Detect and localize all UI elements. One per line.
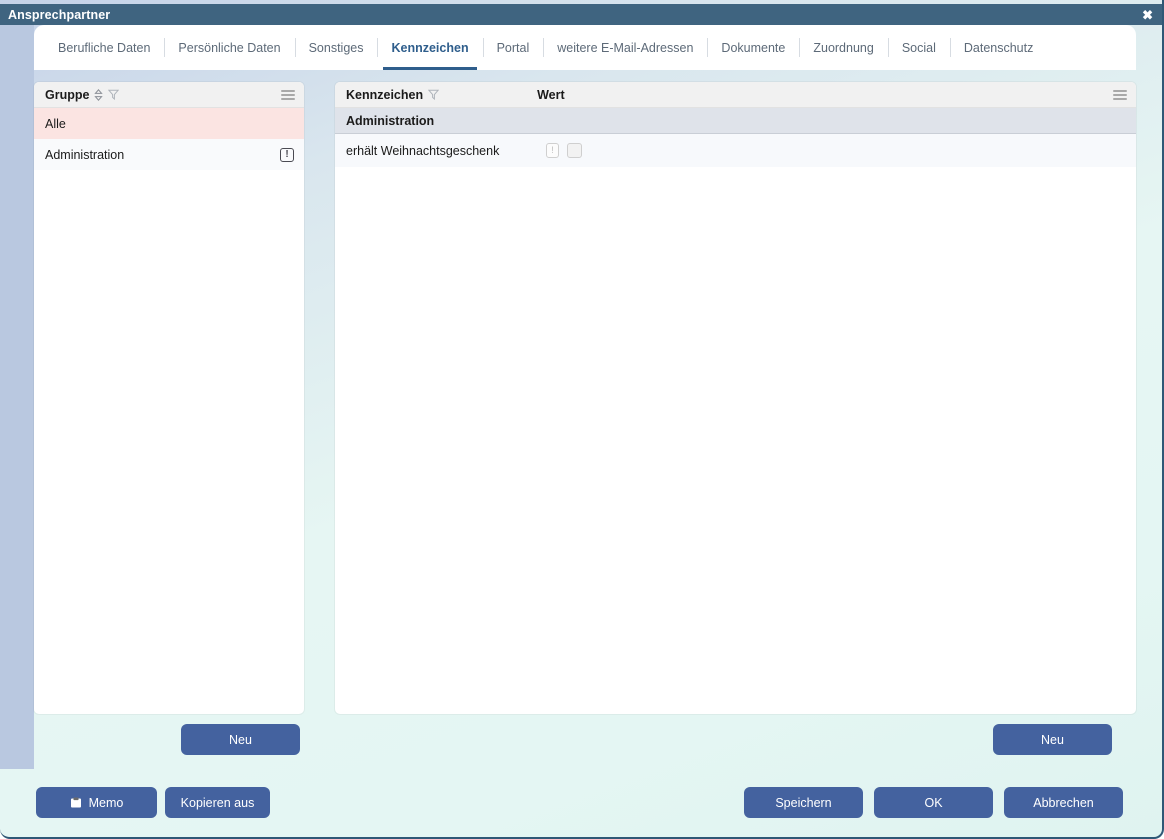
tab-berufliche-daten[interactable]: Berufliche Daten [44, 25, 164, 70]
kennzeichen-row-label: erhält Weihnachtsgeschenk [346, 143, 500, 158]
dialog-title-bar: Ansprechpartner ✖ [0, 4, 1162, 25]
list-item-administration[interactable]: Administration ! [34, 139, 304, 170]
hamburger-line [1113, 89, 1127, 92]
dialog-title: Ansprechpartner [8, 7, 111, 22]
memo-button-label: Memo [88, 795, 124, 810]
filter-funnel-icon[interactable] [108, 89, 120, 101]
ansprechpartner-dialog: Ansprechpartner ✖ Berufliche Daten Persö… [0, 0, 1164, 839]
kopieren-aus-button[interactable]: Kopieren aus [165, 787, 270, 818]
gruppe-panel-header: Gruppe [34, 82, 304, 108]
hamburger-line [281, 93, 295, 96]
tab-sonstiges[interactable]: Sonstiges [294, 25, 378, 70]
kennzeichen-column-header[interactable]: Kennzeichen [335, 87, 440, 102]
sort-ascending-descending-icon[interactable] [94, 88, 104, 101]
alert-exclamation-icon[interactable]: ! [280, 147, 294, 162]
info-exclamation-icon[interactable]: ! [546, 143, 559, 158]
neu-button-left[interactable]: Neu [181, 724, 300, 755]
gruppe-panel-menu-icon[interactable] [281, 89, 295, 100]
memo-button[interactable]: Memo [36, 787, 157, 818]
gruppe-column-label: Gruppe [45, 87, 90, 102]
hamburger-line [1113, 93, 1127, 96]
list-item-alle[interactable]: Alle [34, 108, 304, 139]
tab-dokumente[interactable]: Dokumente [707, 25, 799, 70]
list-item-label: Administration [45, 147, 125, 162]
kennzeichen-panel: Kennzeichen Wert Administration erhält W… [335, 82, 1136, 714]
gruppe-panel: Gruppe Alle Administration ! [34, 82, 304, 714]
kennzeichen-column-label: Kennzeichen [346, 87, 424, 102]
filter-funnel-icon[interactable] [427, 89, 440, 101]
speichern-button[interactable]: Speichern [744, 787, 863, 818]
tab-portal[interactable]: Portal [482, 25, 544, 70]
list-item-label: Alle [45, 116, 66, 131]
hamburger-line [281, 97, 295, 100]
wert-checkbox[interactable] [567, 143, 582, 158]
neu-button-right[interactable]: Neu [993, 724, 1112, 755]
group-header-label: Administration [346, 113, 435, 128]
ok-button[interactable]: OK [874, 787, 993, 818]
tab-kennzeichen[interactable]: Kennzeichen [377, 25, 482, 70]
table-row[interactable]: erhält Weihnachtsgeschenk ! [335, 134, 1136, 167]
tab-weitere-email-adressen[interactable]: weitere E-Mail-Adressen [543, 25, 707, 70]
hamburger-line [281, 89, 295, 92]
kennzeichen-panel-menu-icon[interactable] [1113, 89, 1127, 100]
abbrechen-button[interactable]: Abbrechen [1004, 787, 1123, 818]
tab-social[interactable]: Social [887, 25, 950, 70]
left-accent-band [0, 24, 34, 769]
tab-strip: Berufliche Daten Persönliche Daten Sonst… [34, 25, 1136, 70]
gruppe-column-header[interactable]: Gruppe [34, 87, 120, 102]
group-header-administration[interactable]: Administration [335, 108, 1136, 134]
wert-column-header[interactable]: Wert [537, 88, 565, 102]
tab-datenschutz[interactable]: Datenschutz [949, 25, 1047, 70]
close-icon[interactable]: ✖ [1139, 6, 1156, 23]
kennzeichen-panel-header: Kennzeichen Wert [335, 82, 1136, 108]
tab-persoenliche-daten[interactable]: Persönliche Daten [164, 25, 294, 70]
note-memo-icon [70, 797, 82, 809]
tab-zuordnung[interactable]: Zuordnung [799, 25, 887, 70]
wert-column-label: Wert [537, 87, 565, 102]
hamburger-line [1113, 97, 1127, 100]
